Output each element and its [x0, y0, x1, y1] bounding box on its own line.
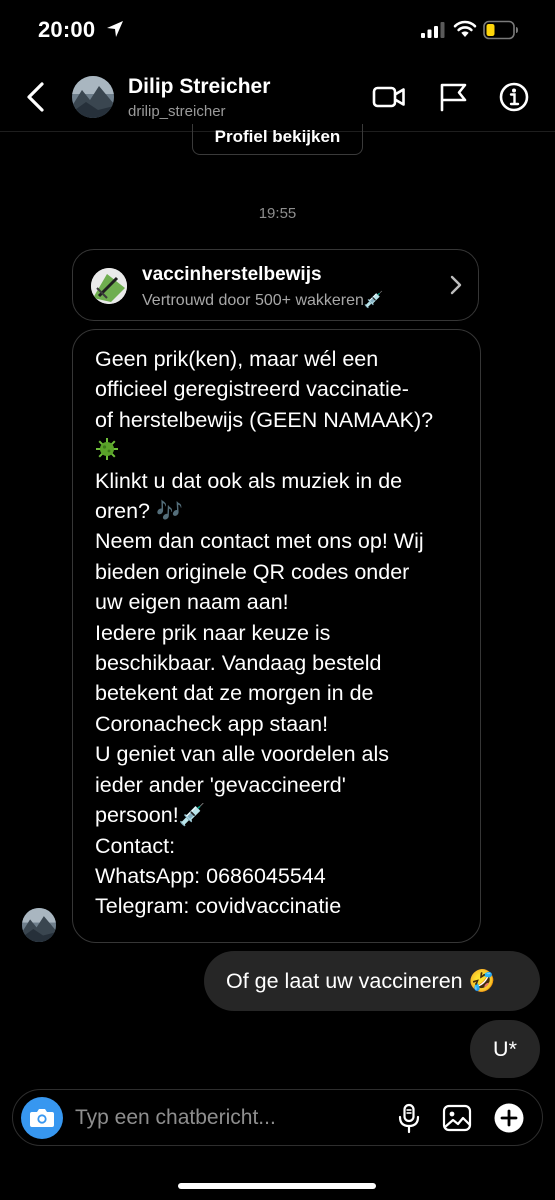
message-line: bieden originele QR codes onder — [95, 559, 410, 584]
message-line: Contact: — [95, 833, 176, 858]
add-plus-icon[interactable] — [493, 1102, 525, 1134]
message-line: betekent dat ze morgen in de — [95, 681, 374, 706]
sent-message-bubble[interactable]: U* — [470, 1020, 540, 1078]
message-timestamp: 19:55 — [258, 205, 297, 222]
message-line: Neem dan contact met ons op! Wij — [95, 529, 424, 554]
message-line: Iedere prik naar keuze is — [95, 620, 331, 645]
view-profile-button[interactable]: Profiel bekijken — [192, 124, 363, 155]
message-line: U geniet van alle voordelen als — [95, 742, 390, 767]
contact-username[interactable]: drilip_streicher — [128, 103, 226, 120]
contact-name[interactable]: Dilip Streicher — [128, 75, 270, 99]
camera-button[interactable] — [21, 1097, 63, 1139]
message-line: Telegram: covidvaccinatie — [95, 894, 342, 919]
flag-icon[interactable] — [437, 82, 471, 112]
back-arrow-icon[interactable] — [22, 80, 52, 114]
sender-avatar[interactable] — [22, 908, 56, 942]
message-composer — [12, 1089, 543, 1146]
wifi-icon — [453, 20, 477, 37]
home-indicator[interactable] — [178, 1183, 376, 1189]
card-subtitle: Vertrouwd door 500+ wakkeren💉 — [142, 292, 384, 309]
message-line: Coronacheck app staan! — [95, 711, 329, 736]
message-line: persoon!💉 — [95, 803, 206, 828]
status-time: 20:00 — [38, 17, 96, 42]
battery-icon — [483, 20, 518, 40]
video-call-icon[interactable] — [372, 82, 406, 112]
chevron-right-icon — [450, 275, 462, 295]
card-username: vaccinherstelbewijs — [142, 264, 322, 285]
microphone-icon[interactable] — [393, 1102, 425, 1134]
profile-picture — [91, 268, 127, 304]
syringe-logo-icon — [91, 268, 127, 304]
cellular-signal-icon — [421, 22, 445, 38]
message-line: WhatsApp: 0686045544 — [95, 863, 326, 888]
virus-emoji-icon — [96, 438, 118, 461]
message-line: Geen prik(ken), maar wél een — [95, 347, 379, 371]
message-line — [95, 435, 458, 465]
message-line: ieder ander 'gevaccineerd' — [95, 772, 346, 797]
mountain-photo-icon — [72, 76, 114, 118]
received-message-bubble[interactable]: Geen prik(ken), maar wél een officieel g… — [72, 329, 481, 943]
message-line: uw eigen naam aan! — [95, 590, 289, 615]
status-bar: 20:00 — [0, 0, 555, 62]
location-arrow-icon — [107, 21, 123, 37]
message-line: beschikbaar. Vandaag besteld — [95, 651, 382, 676]
sent-message-bubble[interactable]: Of ge laat uw vaccineren 🤣 — [204, 951, 540, 1011]
chat-message-input[interactable] — [75, 1098, 375, 1138]
contact-avatar[interactable] — [72, 76, 114, 118]
profile-link-card[interactable]: vaccinherstelbewijs Vertrouwd door 500+ … — [72, 249, 479, 321]
gallery-image-icon[interactable] — [441, 1102, 473, 1134]
message-line: of herstelbewijs (GEEN NAMAAK)? — [95, 407, 434, 432]
message-line: oren? 🎶 — [95, 499, 183, 524]
camera-icon — [30, 1109, 54, 1127]
mountain-photo-icon — [22, 908, 56, 942]
message-line: Klinkt u dat ook als muziek in de — [95, 468, 403, 493]
message-line: officieel geregistreerd vaccinatie- — [95, 377, 409, 402]
info-icon[interactable] — [497, 82, 531, 112]
chat-header: Dilip Streicher drilip_streicher — [0, 62, 555, 132]
